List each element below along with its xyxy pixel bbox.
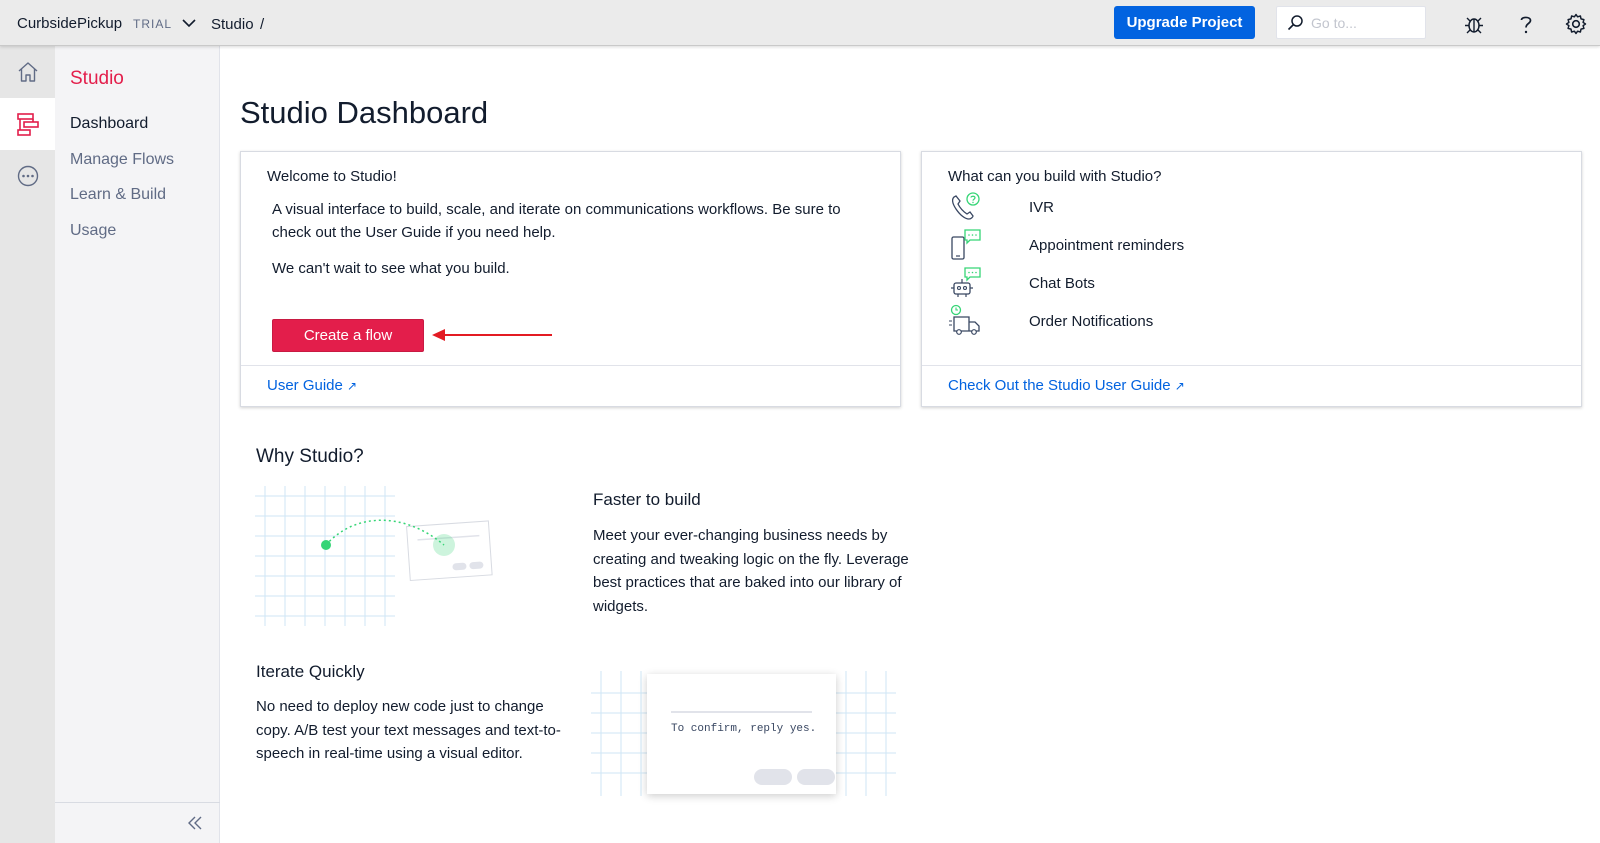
feature-text: Meet your ever-changing business needs b… bbox=[593, 527, 909, 615]
welcome-subtext: We can't wait to see what you build. bbox=[272, 260, 510, 277]
welcome-card: Welcome to Studio! A visual interface to… bbox=[240, 151, 901, 407]
breadcrumb-separator: / bbox=[260, 16, 265, 33]
left-rail bbox=[0, 46, 55, 843]
rail-home-button[interactable] bbox=[0, 46, 55, 98]
search-icon bbox=[1287, 15, 1303, 31]
external-link-icon: ↗ bbox=[1174, 379, 1185, 393]
sidebar-item-usage[interactable]: Usage bbox=[70, 222, 116, 240]
phone-question-icon bbox=[952, 192, 980, 220]
studio-user-guide-link[interactable]: Check Out the Studio User Guide ↗ bbox=[948, 377, 1185, 394]
double-chevron-left-icon[interactable] bbox=[186, 814, 204, 832]
annotation-arrow-icon bbox=[432, 329, 552, 341]
use-case-chat-bots: Chat Bots bbox=[948, 266, 1348, 300]
mockup-pill bbox=[754, 769, 792, 785]
more-icon bbox=[17, 165, 38, 187]
help-icon[interactable] bbox=[1514, 12, 1538, 36]
gear-icon[interactable] bbox=[1564, 12, 1588, 36]
use-case-label: Chat Bots bbox=[1029, 275, 1095, 292]
user-guide-link-label: User Guide bbox=[267, 377, 343, 394]
external-link-icon: ↗ bbox=[347, 379, 358, 393]
welcome-card-footer: User Guide ↗ bbox=[241, 365, 900, 406]
chevron-down-icon[interactable] bbox=[182, 18, 196, 28]
welcome-description: A visual interface to build, scale, and … bbox=[272, 201, 841, 241]
studio-icon bbox=[16, 113, 39, 136]
use-case-ivr: IVR bbox=[948, 190, 1348, 224]
use-case-label: Order Notifications bbox=[1029, 313, 1154, 330]
page-title: Studio Dashboard bbox=[240, 95, 489, 130]
why-studio-heading: Why Studio? bbox=[256, 446, 364, 467]
studio-user-guide-link-label: Check Out the Studio User Guide bbox=[948, 377, 1171, 394]
mockup-pill bbox=[797, 769, 835, 785]
sidebar-footer bbox=[55, 802, 220, 843]
upgrade-project-button[interactable]: Upgrade Project bbox=[1114, 6, 1255, 39]
mockup-divider bbox=[671, 711, 812, 713]
use-case-order-notifications: Order Notifications bbox=[948, 304, 1348, 338]
trial-badge: TRIAL bbox=[133, 17, 173, 31]
use-case-label: IVR bbox=[1029, 199, 1055, 216]
sidebar-item-learn-build[interactable]: Learn & Build bbox=[70, 186, 166, 204]
build-card: What can you build with Studio? IVR Appo… bbox=[921, 151, 1582, 407]
sidebar: Studio Dashboard Manage Flows Learn & Bu… bbox=[55, 46, 220, 843]
feature-text: No need to deploy new code just to chang… bbox=[256, 698, 561, 762]
feature-title: Iterate Quickly bbox=[256, 662, 365, 681]
mockup-message-text: To confirm, reply yes. bbox=[671, 723, 817, 735]
flow-builder-illustration bbox=[255, 486, 493, 626]
project-name[interactable]: CurbsidePickup bbox=[17, 15, 122, 32]
sidebar-item-manage-flows[interactable]: Manage Flows bbox=[70, 151, 174, 169]
sidebar-title: Studio bbox=[70, 68, 124, 89]
mobile-message-icon bbox=[951, 229, 981, 260]
bug-icon[interactable] bbox=[1462, 12, 1486, 36]
top-bar: CurbsidePickup TRIAL Studio / Upgrade Pr… bbox=[0, 0, 1600, 46]
search-input[interactable] bbox=[1311, 13, 1419, 33]
delivery-truck-icon bbox=[949, 304, 980, 335]
search-box[interactable] bbox=[1276, 6, 1426, 39]
rail-studio-button[interactable] bbox=[0, 98, 55, 150]
user-guide-link[interactable]: User Guide ↗ bbox=[267, 377, 357, 394]
breadcrumb[interactable]: Studio bbox=[211, 16, 254, 33]
use-case-label: Appointment reminders bbox=[1029, 237, 1185, 254]
build-card-footer: Check Out the Studio User Guide ↗ bbox=[922, 365, 1581, 406]
message-editor-mockup: To confirm, reply yes. bbox=[647, 674, 836, 794]
bot-message-icon bbox=[951, 267, 981, 297]
rail-more-button[interactable] bbox=[0, 150, 55, 202]
create-flow-button[interactable]: Create a flow bbox=[272, 319, 424, 352]
use-case-appointment-reminders: Appointment reminders bbox=[948, 228, 1348, 262]
sidebar-item-dashboard[interactable]: Dashboard bbox=[70, 115, 148, 133]
welcome-heading: Welcome to Studio! bbox=[267, 168, 397, 185]
feature-title: Faster to build bbox=[593, 490, 701, 509]
home-icon bbox=[18, 62, 37, 82]
build-heading: What can you build with Studio? bbox=[948, 168, 1162, 185]
